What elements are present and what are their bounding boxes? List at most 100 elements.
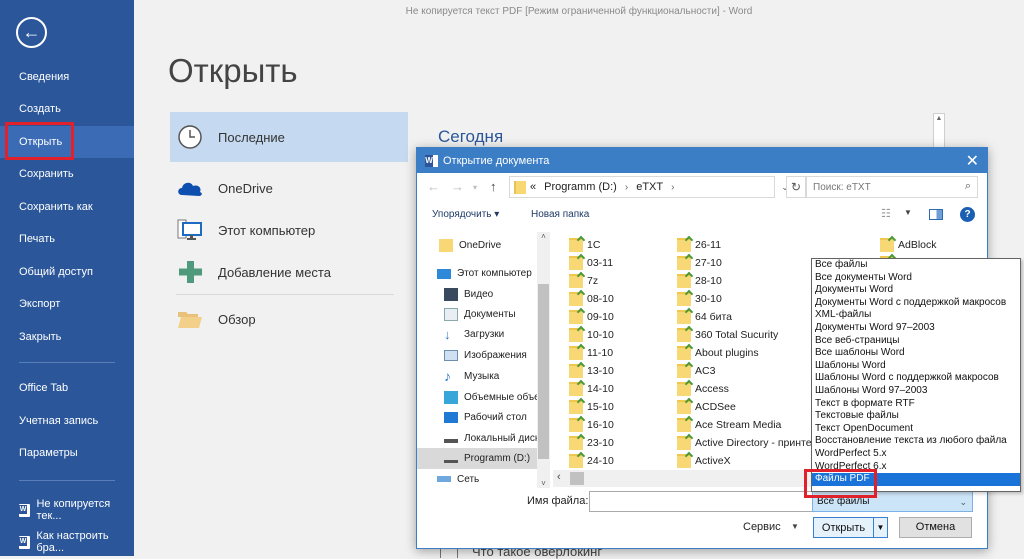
nav-item-this-pc[interactable]: Этот компьютер (417, 263, 537, 284)
nav-item-onedrive[interactable]: OneDrive (417, 235, 537, 256)
folder-item[interactable]: 64 бита (677, 308, 732, 326)
up-arrow-icon[interactable]: ↑ (490, 179, 497, 194)
folder-item[interactable]: About plugins (677, 344, 759, 362)
scroll-up-icon[interactable]: ˄ (537, 232, 550, 241)
nav-item-local-disk[interactable]: Локальный диск (417, 428, 537, 449)
cancel-button[interactable]: Отмена (899, 517, 972, 538)
sidebar-item-options[interactable]: Параметры (0, 437, 134, 469)
dialog-titlebar[interactable]: Открытие документа ✕ (417, 148, 987, 173)
nav-item-network[interactable]: Сеть (417, 472, 537, 486)
file-type-option[interactable]: Текст в формате RTF (812, 398, 1020, 411)
recent-document[interactable]: Как настроить бра... (19, 530, 134, 554)
file-type-option[interactable]: Документы Word с поддержкой макросов (812, 297, 1020, 310)
folder-item[interactable]: Ace Stream Media (677, 416, 781, 434)
sidebar-item-print[interactable]: Печать (0, 223, 134, 255)
sidebar-item-export[interactable]: Экспорт (0, 288, 134, 320)
folder-item[interactable]: ActiveX (677, 452, 731, 470)
folder-item[interactable]: Access (677, 380, 729, 398)
preview-pane-icon[interactable] (929, 209, 943, 220)
folder-item[interactable]: 13-10 (569, 362, 614, 380)
sidebar-item-save[interactable]: Сохранить (0, 158, 134, 190)
file-type-option[interactable]: Все веб-страницы (812, 335, 1020, 348)
folder-item[interactable]: 27-10 (677, 254, 722, 272)
nav-item-music[interactable]: ♪ Музыка (417, 366, 537, 387)
nav-pane-scrollbar[interactable]: ˄ ˅ (537, 232, 550, 488)
refresh-icon[interactable]: ↻ (786, 176, 806, 198)
folder-item[interactable]: 15-10 (569, 398, 614, 416)
folder-item[interactable]: 1C (569, 236, 600, 254)
folder-item[interactable]: 23-10 (569, 434, 614, 452)
file-type-option[interactable]: XML-файлы (812, 309, 1020, 322)
sidebar-item-info[interactable]: Сведения (0, 61, 134, 93)
file-type-option[interactable]: Документы Word (812, 284, 1020, 297)
nav-item-programm-d[interactable]: Programm (D:) (417, 448, 537, 469)
nav-item-desktop[interactable]: Рабочий стол (417, 407, 537, 428)
place-browse[interactable]: Обзор (170, 297, 408, 341)
sidebar-item-new[interactable]: Создать (0, 93, 134, 125)
folder-item[interactable]: AC3 (677, 362, 715, 380)
search-input[interactable]: Поиск: eTXT ⌕ (806, 176, 978, 198)
scroll-down-icon[interactable]: ˅ (537, 479, 550, 488)
place-onedrive[interactable]: OneDrive (170, 166, 408, 210)
place-this-pc[interactable]: Этот компьютер (170, 208, 408, 252)
file-type-option[interactable]: Текстовые файлы (812, 410, 1020, 423)
folder-item[interactable]: 26-11 (677, 236, 721, 254)
folder-item[interactable]: 7z (569, 272, 598, 290)
sidebar-item-account[interactable]: Учетная запись (0, 405, 134, 437)
sidebar-item-open[interactable]: Открыть (0, 122, 134, 160)
file-type-option[interactable]: Шаблоны Word (812, 360, 1020, 373)
folder-item[interactable]: 16-10 (569, 416, 614, 434)
organize-button[interactable]: Упорядочить ▾ (432, 209, 499, 220)
folder-item[interactable]: ACDSee (677, 398, 736, 416)
file-type-option[interactable]: Восстановление текста из любого файла (812, 435, 1020, 448)
open-button[interactable]: Открыть ▼ (813, 517, 888, 538)
sidebar-item-share[interactable]: Общий доступ (0, 256, 134, 288)
breadcrumb-overflow[interactable]: « (530, 181, 536, 193)
folder-item[interactable]: 14-10 (569, 380, 614, 398)
folder-item[interactable]: 24-10 (569, 452, 614, 470)
breadcrumb-item[interactable]: eTXT (636, 181, 663, 193)
file-type-option[interactable]: WordPerfect 5.x (812, 448, 1020, 461)
place-recent[interactable]: Последние (170, 112, 408, 162)
filename-input[interactable]: ⌄ (589, 491, 823, 512)
back-button[interactable]: ← (16, 17, 47, 48)
recent-locations-dropdown-icon[interactable]: ▾ (473, 183, 477, 192)
help-icon[interactable]: ? (960, 207, 975, 222)
file-type-option[interactable]: Шаблоны Word 97–2003 (812, 385, 1020, 398)
file-type-option[interactable]: Все файлы (812, 259, 1020, 272)
address-bar[interactable]: « Programm (D:) › eTXT › (509, 176, 775, 198)
recent-document[interactable]: Не копируется тек... (19, 498, 134, 522)
folder-item[interactable]: 09-10 (569, 308, 614, 326)
sidebar-item-close[interactable]: Закрыть (0, 321, 134, 353)
scrollbar-thumb[interactable] (538, 284, 549, 459)
tools-button[interactable]: Сервис (743, 521, 781, 533)
chevron-right-icon[interactable]: › (625, 182, 628, 193)
folder-item[interactable]: 28-10 (677, 272, 722, 290)
file-type-option[interactable]: Текст OpenDocument (812, 423, 1020, 436)
nav-item-3d-objects[interactable]: Объемные объекты (417, 387, 537, 408)
folder-item[interactable]: 11-10 (569, 344, 613, 362)
new-folder-button[interactable]: Новая папка (531, 209, 589, 220)
back-arrow-icon[interactable]: ← (427, 179, 440, 194)
breadcrumb-item[interactable]: Programm (D:) (544, 181, 617, 193)
nav-item-downloads[interactable]: ↓ Загрузки (417, 324, 537, 345)
folder-item[interactable]: 360 Total Sucurity (677, 326, 778, 344)
file-type-option[interactable]: Все шаблоны Word (812, 347, 1020, 360)
folder-item[interactable]: AdBlock (880, 236, 937, 254)
file-type-option[interactable]: Все документы Word (812, 272, 1020, 285)
sidebar-item-save-as[interactable]: Сохранить как (0, 191, 134, 223)
sidebar-item-office-tab[interactable]: Office Tab (0, 372, 134, 404)
close-icon[interactable]: ✕ (966, 151, 979, 171)
file-type-option[interactable]: Шаблоны Word с поддержкой макросов (812, 372, 1020, 385)
open-options-dropdown-icon[interactable]: ▼ (873, 518, 887, 537)
nav-item-video[interactable]: Видео (417, 284, 537, 305)
folder-item[interactable]: 30-10 (677, 290, 722, 308)
place-add-location[interactable]: Добавление места (170, 250, 408, 294)
forward-arrow-icon[interactable]: → (451, 179, 464, 194)
nav-item-pictures[interactable]: Изображения (417, 345, 537, 366)
view-options-icon[interactable]: ☷ (881, 207, 891, 220)
folder-item[interactable]: 10-10 (569, 326, 614, 344)
file-type-option[interactable]: Документы Word 97–2003 (812, 322, 1020, 335)
chevron-down-icon[interactable]: ▼ (904, 208, 912, 217)
chevron-down-icon[interactable]: ▼ (791, 522, 799, 531)
